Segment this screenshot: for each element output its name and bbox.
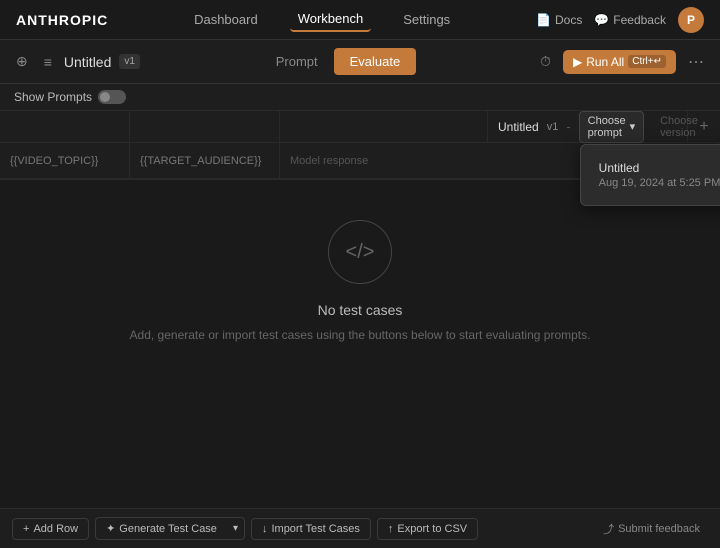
table-header-row: Untitled v1 - Choose prompt ▾ Untitled A…: [0, 111, 720, 143]
docs-icon: 📄: [536, 13, 551, 27]
generate-wrapper: ✦ Generate Test Case ▾: [95, 517, 245, 540]
brand-logo: ANTHROPIC: [16, 12, 108, 28]
table-cell-target-audience: {{TARGET_AUDIENCE}}: [130, 143, 280, 178]
dropdown-item-date: Aug 19, 2024 at 5:25 PM: [599, 177, 720, 189]
import-test-cases-button[interactable]: ↓ Import Test Cases: [251, 518, 371, 540]
generate-dropdown-arrow[interactable]: ▾: [227, 517, 245, 540]
nav-links: Dashboard Workbench Settings: [186, 7, 458, 32]
nav-workbench[interactable]: Workbench: [290, 7, 372, 32]
toolbar-tabs: Prompt Evaluate: [260, 48, 417, 75]
show-prompts-bar: Show Prompts: [0, 84, 720, 111]
export-icon: ↑: [388, 523, 394, 535]
toolbar: ⊕ ≡ Untitled v1 Prompt Evaluate ⏱ ▶ Run …: [0, 40, 720, 84]
top-nav: ANTHROPIC Dashboard Workbench Settings 📄…: [0, 0, 720, 40]
table-cell-video-topic: {{VIDEO_TOPIC}}: [0, 143, 130, 178]
col-header-prompt: Untitled v1 - Choose prompt ▾ Untitled A…: [488, 111, 688, 142]
list-icon[interactable]: ≡: [40, 50, 56, 74]
prompt-dash: -: [566, 119, 570, 134]
empty-state-icon: </>: [328, 220, 392, 284]
import-icon: ↓: [262, 523, 268, 535]
show-prompts-toggle[interactable]: [98, 90, 126, 104]
avatar[interactable]: P: [678, 7, 704, 33]
prompt-name: Untitled: [498, 120, 539, 134]
dropdown-item-untitled[interactable]: Untitled Aug 19, 2024 at 5:25 PM: [589, 153, 720, 197]
show-prompts-label: Show Prompts: [14, 90, 92, 104]
choose-prompt-button[interactable]: Choose prompt ▾ Untitled Aug 19, 2024 at…: [579, 111, 644, 143]
run-all-button[interactable]: ▶ Run All Ctrl+↵: [563, 50, 676, 74]
choose-version-button[interactable]: Choose version: [652, 112, 706, 142]
feedback-icon: 💬: [594, 13, 609, 27]
empty-state-subtitle: Add, generate or import test cases using…: [130, 328, 591, 342]
generate-test-case-button[interactable]: ✦ Generate Test Case: [95, 517, 227, 540]
play-icon: ▶: [573, 55, 582, 69]
table-container: Untitled v1 - Choose prompt ▾ Untitled A…: [0, 111, 720, 180]
plus-icon: +: [23, 523, 29, 535]
add-row-button[interactable]: + Add Row: [12, 518, 89, 540]
prompt-version: v1: [547, 121, 559, 133]
empty-state: </> No test cases Add, generate or impor…: [0, 180, 720, 382]
toolbar-right: ⏱ ▶ Run All Ctrl+↵ ⋯: [536, 49, 708, 74]
empty-state-title: No test cases: [318, 302, 403, 318]
col-header-1: [0, 111, 130, 142]
nav-settings[interactable]: Settings: [395, 8, 458, 31]
toolbar-left: ⊕ ≡ Untitled v1: [12, 49, 140, 74]
dropdown-item-title: Untitled: [599, 161, 720, 175]
bottom-toolbar: + Add Row ✦ Generate Test Case ▾ ↓ Impor…: [0, 508, 720, 548]
submit-feedback-button[interactable]: ⤴ Submit feedback: [595, 517, 708, 541]
shortcut-badge: Ctrl+↵: [628, 55, 666, 68]
new-doc-icon[interactable]: ⊕: [12, 49, 32, 74]
feedback-link[interactable]: 💬 Feedback: [594, 13, 666, 27]
feedback-arrow-icon: ⤴: [603, 521, 614, 537]
sparkle-icon: ✦: [106, 522, 115, 535]
nav-dashboard[interactable]: Dashboard: [186, 8, 266, 31]
prompt-dropdown: Untitled Aug 19, 2024 at 5:25 PM: [580, 144, 720, 206]
version-badge: v1: [119, 54, 140, 69]
bottom-toolbar-left: + Add Row ✦ Generate Test Case ▾ ↓ Impor…: [12, 517, 478, 540]
col-header-2: [130, 111, 280, 142]
docs-link[interactable]: 📄 Docs: [536, 13, 582, 27]
export-to-csv-button[interactable]: ↑ Export to CSV: [377, 518, 478, 540]
chevron-down-icon: ▾: [630, 120, 636, 133]
col-header-3: [280, 111, 488, 142]
history-icon[interactable]: ⏱: [536, 49, 555, 74]
tab-prompt[interactable]: Prompt: [260, 48, 334, 75]
tab-evaluate[interactable]: Evaluate: [334, 48, 417, 75]
nav-right: 📄 Docs 💬 Feedback P: [536, 7, 704, 33]
more-options-icon[interactable]: ⋯: [684, 50, 708, 74]
doc-title: Untitled: [64, 54, 111, 70]
